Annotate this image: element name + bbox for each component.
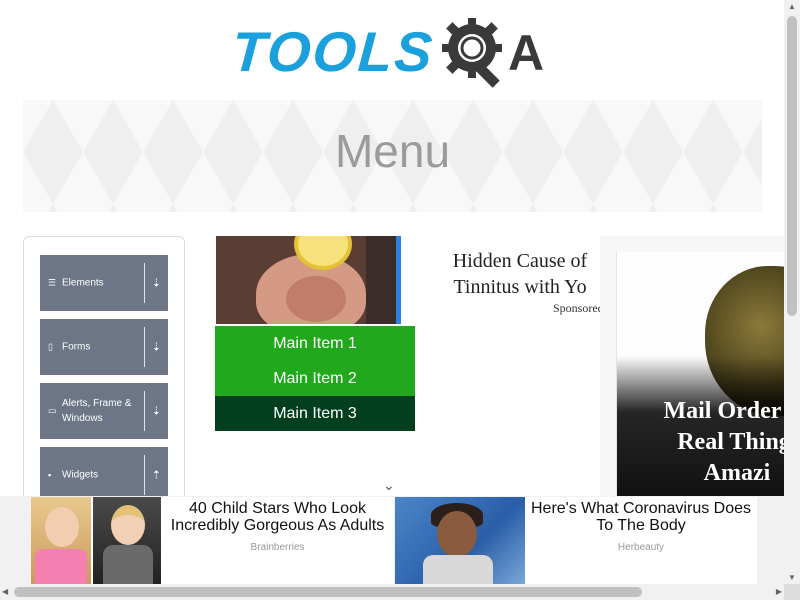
bottom-ad-bar: 40 Child Stars Who Look Incredibly Gorge… xyxy=(0,496,784,584)
dress xyxy=(103,545,153,584)
logo-suffix: A xyxy=(508,25,545,81)
divider xyxy=(144,391,145,431)
window-icon: ▭ xyxy=(48,405,57,416)
vertical-scrollbar[interactable]: ▲ ▼ xyxy=(784,0,800,584)
chevron-down-icon[interactable]: ⌄ xyxy=(383,477,395,494)
chevron-up-icon[interactable]: ⇡ xyxy=(152,469,161,482)
ad-card[interactable]: Here's What Coronavirus Does To The Body… xyxy=(395,497,757,584)
face xyxy=(437,511,477,557)
ad-photo xyxy=(395,497,525,584)
scroll-right-arrow-icon[interactable]: ▶ xyxy=(776,587,782,596)
ad-card-title[interactable]: Here's What Coronavirus Does To The Body xyxy=(525,500,757,534)
toolsqa-logo[interactable]: TOOLS A xyxy=(229,16,558,92)
menu-item-2[interactable]: Main Item 2 xyxy=(215,361,415,396)
divider xyxy=(144,455,145,495)
ad-thumbnail xyxy=(395,497,525,584)
sidebar-group-label: Forms xyxy=(62,341,91,353)
sidebar-group-alerts[interactable]: ▭ Alerts, Frame & Windows ⇣ xyxy=(40,383,168,439)
document-icon: ▯ xyxy=(48,341,53,352)
gown xyxy=(423,555,493,584)
gear-magnifier-icon xyxy=(442,18,502,88)
ad-photo-right xyxy=(93,497,161,584)
ad-right-line-3: Amazi xyxy=(703,460,771,486)
ad-right-text: Mail Order W Real Thing, Amazi xyxy=(617,396,800,489)
chevron-down-icon[interactable]: ⇣ xyxy=(152,405,161,418)
grid-icon: ▪ xyxy=(48,470,52,480)
ad-right-line-1: Mail Order W xyxy=(663,398,800,424)
sidebar-group-elements[interactable]: ☰ Elements ⇣ xyxy=(40,255,168,311)
logo-text: TOOLS xyxy=(229,20,437,83)
list-icon: ☰ xyxy=(48,277,57,288)
ear-inner xyxy=(286,276,346,322)
ad-right[interactable]: Mail Order W Real Thing, Amazi xyxy=(616,252,800,496)
ad-photo-left xyxy=(31,497,91,584)
sidebar: ☰ Elements ⇣ ▯ Forms ⇣ ▭ Alerts, Frame &… xyxy=(23,236,185,536)
ad-sponsored-label: Sponsored xyxy=(553,301,604,315)
ad-image-ear[interactable] xyxy=(216,236,401,324)
ad-thumbnail xyxy=(31,497,161,584)
ad-card[interactable]: 40 Child Stars Who Look Incredibly Gorge… xyxy=(31,497,394,584)
menu-item-1[interactable]: Main Item 1 xyxy=(215,326,415,361)
scrollbar-corner xyxy=(784,584,800,600)
horizontal-scroll-thumb[interactable] xyxy=(14,587,642,597)
divider xyxy=(144,327,145,367)
ad-card-title[interactable]: 40 Child Stars Who Look Incredibly Gorge… xyxy=(161,500,394,534)
sidebar-group-widgets[interactable]: ▪ Widgets ⇡ xyxy=(40,447,168,503)
sidebar-group-label: Alerts, Frame & Windows xyxy=(62,398,132,424)
ad-card-source: Brainberries xyxy=(250,542,305,553)
page-banner: Menu xyxy=(23,100,762,212)
ad-card-source: Herbeauty xyxy=(617,542,665,553)
face xyxy=(45,507,79,547)
sidebar-group-label: Elements xyxy=(62,277,104,289)
chevron-down-icon[interactable]: ⇣ xyxy=(152,341,161,354)
ad-headline[interactable]: Hidden Cause of Tinnitus with Yo xyxy=(420,248,620,300)
ad-image-background xyxy=(366,236,396,324)
sidebar-group-forms[interactable]: ▯ Forms ⇣ xyxy=(40,319,168,375)
scroll-left-arrow-icon[interactable]: ◀ xyxy=(2,587,8,596)
vertical-scroll-thumb[interactable] xyxy=(787,16,797,316)
chevron-down-icon[interactable]: ⇣ xyxy=(152,277,161,290)
shirt xyxy=(35,549,87,584)
horizontal-scrollbar[interactable]: ◀ ▶ xyxy=(0,584,784,600)
main-menu: Main Item 1 Main Item 2 Main Item 3 xyxy=(215,326,415,431)
divider xyxy=(144,263,145,303)
menu-item-3[interactable]: Main Item 3 xyxy=(215,396,415,431)
page-title: Menu xyxy=(334,125,451,177)
scroll-down-arrow-icon[interactable]: ▼ xyxy=(784,573,800,582)
scroll-up-arrow-icon[interactable]: ▲ xyxy=(784,2,800,11)
sidebar-group-label: Widgets xyxy=(62,469,99,481)
ad-right-line-2: Real Thing, xyxy=(677,429,797,455)
face xyxy=(111,505,145,545)
